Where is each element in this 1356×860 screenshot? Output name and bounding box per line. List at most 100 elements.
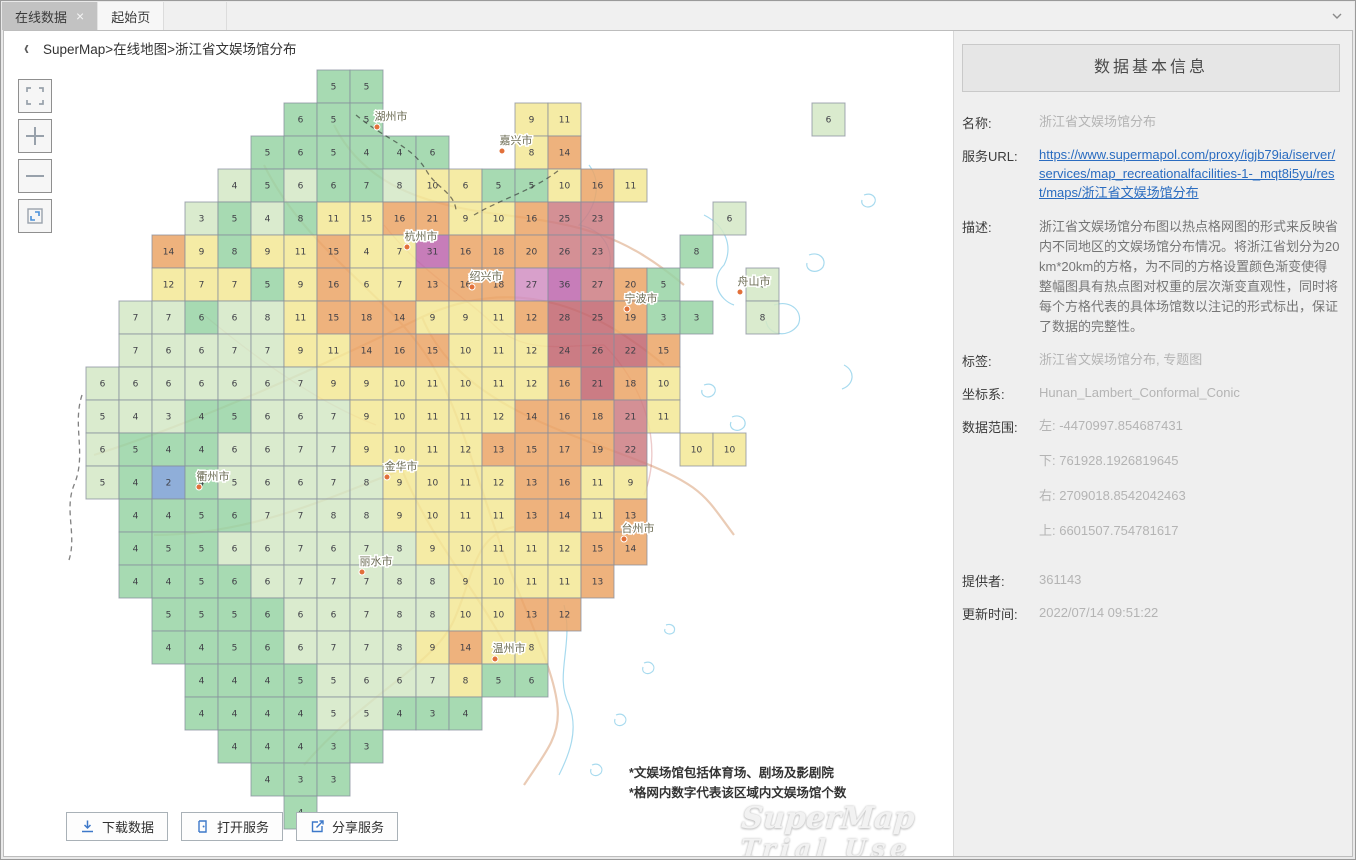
share-service-button[interactable]: 分享服务 [296, 812, 398, 841]
grid-cell-count: 5 [496, 182, 502, 192]
grid-cell-count: 3 [331, 776, 337, 786]
zoom-in-button[interactable] [18, 119, 52, 153]
minus-icon [25, 166, 45, 186]
grid-cell-count: 12 [163, 281, 174, 291]
grid-cell-count: 15 [361, 215, 372, 225]
grid-cell-count: 4 [265, 215, 271, 225]
grid-cell-count: 14 [526, 413, 538, 423]
grid-cell-count: 5 [265, 281, 271, 291]
grid-cell-count: 4 [166, 446, 172, 456]
grid-cell-count: 6 [298, 644, 304, 654]
tab-separator [226, 2, 227, 30]
grid-cell-count: 8 [232, 248, 238, 258]
grid-cell-count: 6 [265, 446, 271, 456]
grid-cell-count: 12 [526, 380, 537, 390]
close-icon[interactable]: × [76, 9, 84, 23]
grid-cell-count: 18 [361, 314, 373, 324]
grid-cell-count: 4 [199, 446, 205, 456]
grid-cell-count: 6 [265, 413, 271, 423]
grid-cell-count: 5 [298, 677, 304, 687]
grid-cell-count: 8 [430, 611, 436, 621]
grid-cell-count: 6 [265, 611, 271, 621]
grid-cell-count: 15 [328, 248, 339, 258]
grid-cell-count: 5 [232, 413, 238, 423]
city-marker [492, 656, 498, 662]
grid-cell-count: 9 [364, 413, 370, 423]
grid-cell-count: 11 [493, 545, 504, 555]
grid-cell-count: 4 [232, 743, 238, 753]
grid-cell-count: 12 [493, 413, 504, 423]
grid-cell-count: 4 [265, 710, 271, 720]
grid-cell-count: 8 [397, 182, 403, 192]
grid-cell-count: 9 [298, 347, 304, 357]
grid-cell-count: 15 [526, 446, 537, 456]
field-label: 提供者: [962, 571, 1039, 590]
grid-cell-count: 6 [265, 479, 271, 489]
grid-cell-count: 8 [364, 479, 370, 489]
city-label: 舟山市 [738, 274, 771, 288]
grid-cell-count: 5 [331, 116, 337, 126]
download-data-button[interactable]: 下载数据 [66, 812, 168, 841]
back-icon[interactable]: ‹ [24, 37, 29, 60]
grid-cell-count: 7 [331, 479, 337, 489]
button-label: 分享服务 [332, 817, 384, 836]
info-panel: 数据基本信息 名称: 浙江省文娱场馆分布 服务URL: https://www.… [953, 31, 1352, 856]
grid-cell-count: 11 [493, 347, 504, 357]
tab-bar: 在线数据 × 起始页 [2, 2, 1354, 30]
grid-cell-count: 16 [526, 215, 538, 225]
heat-grid-map[interactable]: 5565591165654468144566781065510161135481… [4, 65, 951, 856]
grid-cell-count: 4 [265, 743, 271, 753]
grid-cell-count: 28 [559, 314, 571, 324]
grid-cell-count: 4 [199, 710, 205, 720]
app-window: 在线数据 × 起始页 ‹ SuperMap>在线地图>浙江省文娱场馆分布 [0, 0, 1356, 860]
grid-cell-count: 4 [133, 479, 139, 489]
chevron-down-icon[interactable] [1330, 10, 1344, 22]
grid-cell-count: 19 [592, 446, 604, 456]
grid-cell-count: 5 [199, 512, 205, 522]
grid-cell-count: 11 [559, 116, 570, 126]
grid-cell-count: 6 [166, 347, 172, 357]
grid-cell-count: 9 [397, 512, 403, 522]
grid-cell-count: 5 [199, 578, 205, 588]
grid-cell-count: 6 [199, 380, 205, 390]
grid-cell-count: 6 [265, 380, 271, 390]
grid-cell-count: 7 [166, 314, 172, 324]
grid-cell-count: 6 [232, 545, 238, 555]
full-extent-button[interactable] [18, 199, 52, 233]
grid-cell-count: 16 [559, 380, 571, 390]
grid-cell-count: 24 [559, 347, 571, 357]
grid-cell-count: 8 [694, 248, 700, 258]
grid-cell-count: 7 [298, 512, 304, 522]
grid-cell-count: 7 [364, 182, 370, 192]
service-url-link[interactable]: https://www.supermapol.com/proxy/igjb79i… [1039, 146, 1340, 203]
panel-title: 数据基本信息 [962, 44, 1340, 92]
fullscreen-button[interactable] [18, 79, 52, 113]
grid-cell-count: 5 [199, 545, 205, 555]
grid-cell-count: 4 [199, 677, 205, 687]
map-area[interactable]: 5565591165654468144566781065510161135481… [4, 65, 953, 856]
grid-cell-count: 18 [592, 413, 604, 423]
grid-cell-count: 15 [658, 347, 669, 357]
grid-cell-count: 6 [529, 677, 535, 687]
field-provider: 提供者: 361143 [962, 571, 1340, 590]
grid-cell-count: 4 [166, 644, 172, 654]
grid-cell-count: 5 [331, 710, 337, 720]
tab-start-page[interactable]: 起始页 [97, 2, 164, 30]
field-label: 服务URL: [962, 146, 1039, 203]
zoom-out-button[interactable] [18, 159, 52, 193]
tab-online-data[interactable]: 在线数据 × [2, 2, 97, 30]
grid-cell-count: 11 [460, 413, 471, 423]
grid-cell-count: 4 [199, 644, 205, 654]
grid-cell-count: 26 [592, 347, 604, 357]
field-value: 浙江省文娱场馆分布 [1039, 113, 1340, 132]
grid-cell-count: 14 [460, 644, 472, 654]
field-description: 描述: 浙江省文娱场馆分布图以热点格网图的形式来反映省内不同地区的文娱场馆分布情… [962, 217, 1340, 338]
grid-cell-count: 5 [232, 644, 238, 654]
grid-cell-count: 7 [364, 578, 370, 588]
city-marker [196, 484, 202, 490]
city-label: 宁波市 [625, 291, 658, 305]
city-label: 衢州市 [197, 469, 230, 483]
open-service-button[interactable]: 打开服务 [181, 812, 283, 841]
grid-cell-count: 13 [625, 512, 636, 522]
grid-cell-count: 10 [460, 611, 472, 621]
